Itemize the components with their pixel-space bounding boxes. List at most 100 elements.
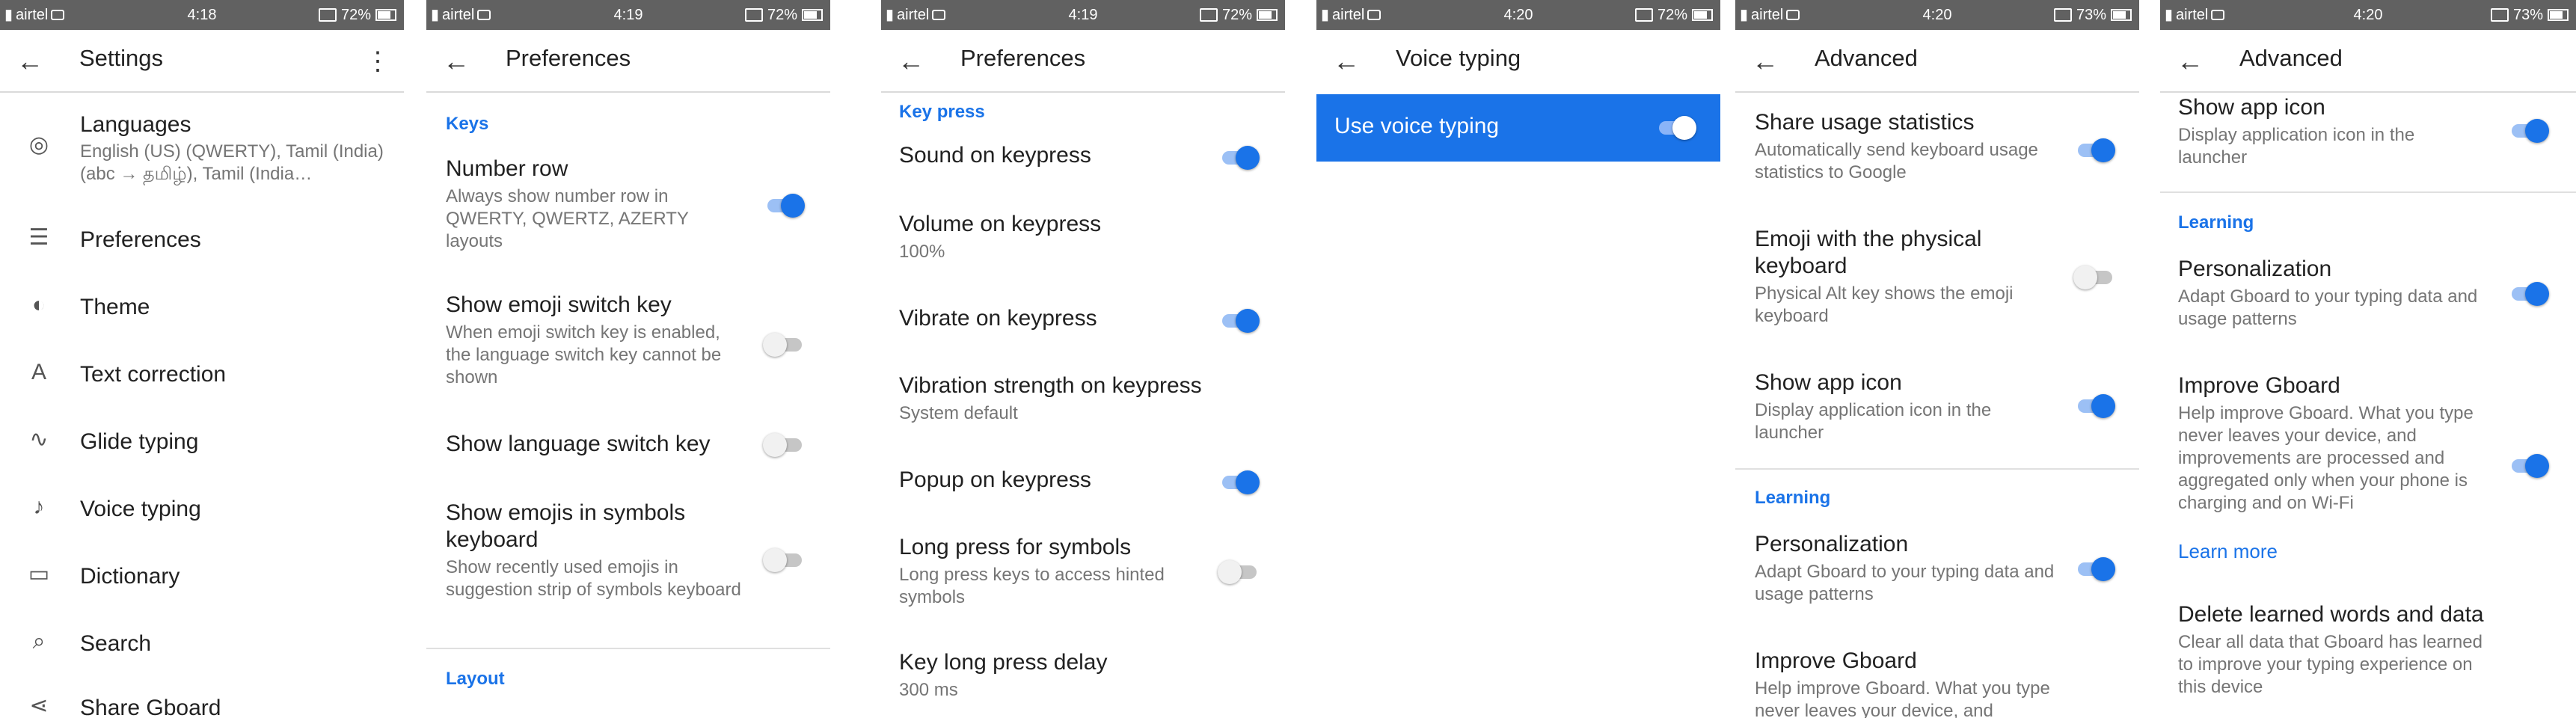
show-app-icon-toggle[interactable] [2507,117,2549,144]
cast-icon [1634,8,1653,22]
setting-vibrate-on-keypress[interactable]: Vibrate on keypress [881,305,1285,347]
personalization-toggle[interactable] [2073,555,2115,582]
back-arrow-icon[interactable]: ← [2175,46,2205,76]
divider [426,648,830,649]
setting-emoji-physical-keyboard[interactable]: Emoji with the physical keyboard Physica… [1735,226,2139,338]
setting-number-row[interactable]: Number row Always show number row in QWE… [426,150,830,262]
text-correction-icon: A [31,360,46,384]
setting-delete-learned-words[interactable]: Delete learned words and data Clear all … [2160,601,2576,718]
setting-title: Long press for symbols [899,535,1132,559]
setting-improve-gboard[interactable]: Improve Gboard Help improve Gboard. What… [1735,648,2139,718]
setting-title: Sound on keypress [899,143,1091,168]
use-voice-typing-label: Use voice typing [1334,114,1500,138]
preferences-screen: ▮ airtel 4:19 72% ← Preferences Keys Numb… [426,0,830,718]
setting-title: Show app icon [1755,370,1902,395]
book-icon: ▭ [28,562,50,586]
page-title: Settings [79,45,164,71]
section-header-learning: Learning [2178,212,2254,233]
setting-title: Emoji with the physical keyboard [1755,227,1982,278]
more-options-icon[interactable]: ⋮ [365,46,390,76]
cast-icon [2053,8,2072,22]
section-header-key-press: Key press [899,102,985,122]
emojis-in-symbols-toggle[interactable] [763,546,805,573]
setting-title: Share usage statistics [1755,110,1975,135]
learn-more-link[interactable]: Learn more [2178,540,2278,563]
setting-long-press-symbols[interactable]: Long press for symbols Long press keys t… [881,534,1285,616]
section-header-keys: Keys [446,114,489,134]
number-row-toggle[interactable] [763,191,805,218]
setting-subtitle: Show recently used emojis in suggestion … [446,557,741,600]
page-title: Voice typing [1396,45,1521,71]
toolbar: ← Settings ⋮ [0,30,404,93]
palette-icon: ◐ [31,292,46,317]
battery-icon [1257,9,1278,21]
search-icon: ⌕ [32,629,46,654]
popup-toggle[interactable] [1218,468,1260,495]
menu-item-text-correction[interactable]: A Text correction [0,356,404,393]
setting-subtitle: Long press keys to access hinted symbols [899,565,1165,607]
cast-icon [744,8,763,22]
setting-popup-on-keypress[interactable]: Popup on keypress [881,467,1285,509]
setting-personalization[interactable]: Personalization Adapt Gboard to your typ… [2160,256,2576,346]
show-app-icon-toggle[interactable] [2073,392,2115,419]
back-arrow-icon[interactable]: ← [896,46,926,76]
setting-language-switch-key[interactable]: Show language switch key [426,431,830,476]
status-bar: ▮ airtel 4:18 72% [0,0,404,30]
setting-subtitle: Physical Alt key shows the emoji keyboar… [1755,283,2014,326]
back-arrow-icon[interactable]: ← [15,46,45,76]
improve-gboard-toggle[interactable] [2507,452,2549,479]
menu-item-share[interactable]: ⋖ Share Gboard [0,690,404,718]
preferences-keypress-screen: ▮ airtel 4:19 72% ← Preferences Key press… [881,0,1285,718]
setting-title: Improve Gboard [2178,373,2340,398]
back-arrow-icon[interactable]: ← [441,46,471,76]
status-bar: ▮ airtel 4:19 72% [426,0,830,30]
setting-title: Show emojis in symbols keyboard [446,500,686,552]
status-bar: ▮ airtel 4:20 73% [1735,0,2139,30]
toolbar: ← Advanced [2160,30,2576,93]
menu-item-languages[interactable]: ◎ Languages English (US) (QWERTY), Tamil… [0,97,404,202]
menu-item-glide-typing[interactable]: ∿ Glide typing [0,423,404,461]
menu-item-preferences[interactable]: ☰ Preferences [0,221,404,259]
setting-title: Popup on keypress [899,467,1091,492]
setting-vibration-strength[interactable]: Vibration strength on keypress System de… [881,372,1285,432]
setting-subtitle: When emoji switch key is enabled, the la… [446,322,722,387]
setting-emojis-in-symbols[interactable]: Show emojis in symbols keyboard Show rec… [426,500,830,634]
emoji-switch-toggle[interactable] [763,331,805,358]
vibrate-toggle[interactable] [1218,307,1260,334]
page-title: Preferences [506,45,631,71]
battery-percent: 72% [1221,7,1252,23]
setting-emoji-switch-key[interactable]: Show emoji switch key When emoji switch … [426,292,830,404]
setting-improve-gboard[interactable]: Improve Gboard Help improve Gboard. What… [2160,372,2576,522]
menu-item-dictionary[interactable]: ▭ Dictionary [0,558,404,595]
setting-subtitle: Adapt Gboard to your typing data and usa… [2178,286,2478,329]
use-voice-typing-bar[interactable]: Use voice typing [1316,94,1720,162]
setting-show-app-icon[interactable]: Show app icon Display application icon i… [1735,369,2139,459]
menu-item-search[interactable]: ⌕ Search [0,625,404,663]
back-arrow-icon[interactable]: ← [1331,46,1361,76]
setting-personalization[interactable]: Personalization Adapt Gboard to your typ… [1735,531,2139,621]
menu-item-subtitle: English (US) (QWERTY), Tamil (India) (ab… [80,141,384,184]
back-arrow-icon[interactable]: ← [1750,46,1780,76]
share-usage-toggle[interactable] [2073,136,2115,163]
page-title: Advanced [1815,45,1918,71]
setting-share-usage[interactable]: Share usage statistics Automatically sen… [1735,109,2139,199]
setting-show-app-icon[interactable]: Show app icon Display application icon i… [2160,94,2576,177]
emoji-physical-toggle[interactable] [2073,263,2115,290]
setting-key-long-press-delay[interactable]: Key long press delay 300 ms [881,649,1285,709]
personalization-toggle[interactable] [2507,280,2549,307]
menu-item-voice-typing[interactable]: ♪ Voice typing [0,491,404,528]
menu-item-label: Text correction [80,362,227,387]
menu-item-label: Preferences [80,227,201,252]
sound-toggle[interactable] [1218,144,1260,171]
setting-title: Volume on keypress [899,212,1102,236]
setting-sound-on-keypress[interactable]: Sound on keypress [881,142,1285,184]
status-bar: ▮ airtel 4:20 72% [1316,0,1720,30]
voice-typing-toggle[interactable] [1655,114,1696,141]
glide-icon: ∿ [29,427,49,452]
settings-screen: ▮ airtel 4:18 72% ← Settings ⋮ ◎ Language… [0,0,404,718]
language-switch-toggle[interactable] [763,431,805,458]
long-press-toggle[interactable] [1218,558,1260,585]
battery-percent: 72% [340,7,371,23]
setting-volume-on-keypress[interactable]: Volume on keypress 100% [881,211,1285,271]
menu-item-theme[interactable]: ◐ Theme [0,289,404,326]
